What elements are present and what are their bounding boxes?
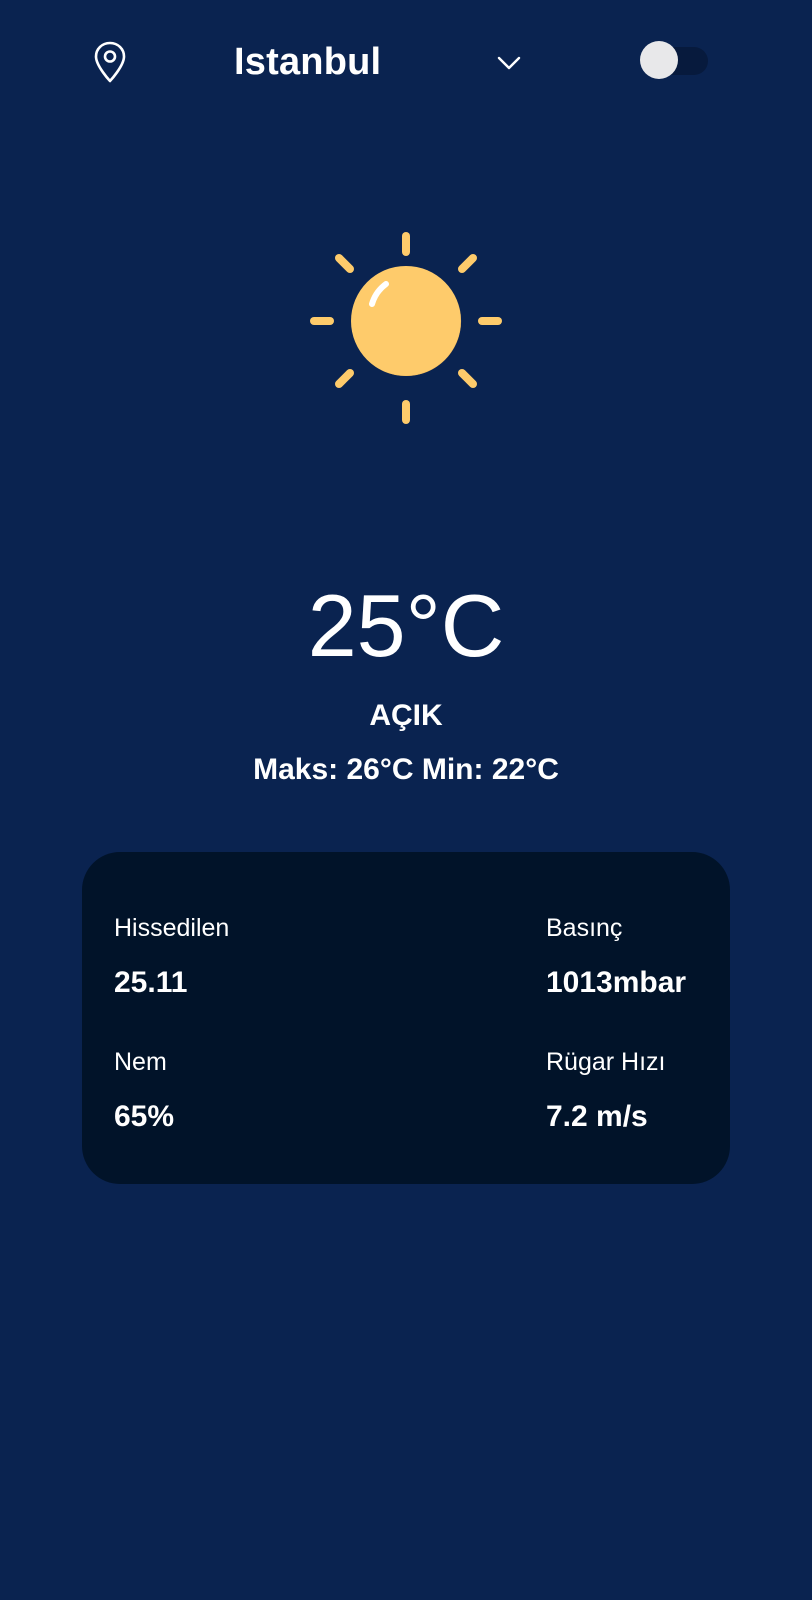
location-pin-icon[interactable]: [92, 40, 128, 84]
chevron-down-icon[interactable]: [494, 50, 524, 76]
pressure-label: Basınç: [546, 914, 623, 942]
sun-icon: [306, 228, 506, 428]
toggle-knob: [640, 41, 678, 79]
feels-like-value: 25.11: [114, 966, 188, 999]
feels-like-detail: Hissedilen 25.11: [114, 912, 229, 1002]
details-card: Hissedilen 25.11 Basınç 1013mbar Nem 65%…: [82, 852, 730, 1184]
humidity-value: 65%: [114, 1100, 175, 1133]
city-name[interactable]: Istanbul: [234, 38, 381, 86]
pressure-value: 1013mbar: [546, 966, 687, 999]
wind-speed-value: 7.2 m/s: [546, 1100, 648, 1133]
weather-condition: AÇIK: [369, 699, 443, 732]
header: Istanbul: [0, 0, 812, 130]
humidity-label: Nem: [114, 1048, 167, 1076]
wind-speed-label: Rügar Hızı: [546, 1048, 666, 1076]
min-max-temperature: Maks: 26°C Min: 22°C: [253, 753, 559, 786]
feels-like-label: Hissedilen: [114, 914, 230, 942]
pressure-detail: Basınç 1013mbar: [546, 912, 686, 1002]
theme-toggle[interactable]: [638, 41, 708, 79]
wind-speed-detail: Rügar Hızı 7.2 m/s: [546, 1046, 665, 1136]
current-temperature: 25°C: [307, 576, 505, 675]
humidity-detail: Nem 65%: [114, 1046, 174, 1136]
